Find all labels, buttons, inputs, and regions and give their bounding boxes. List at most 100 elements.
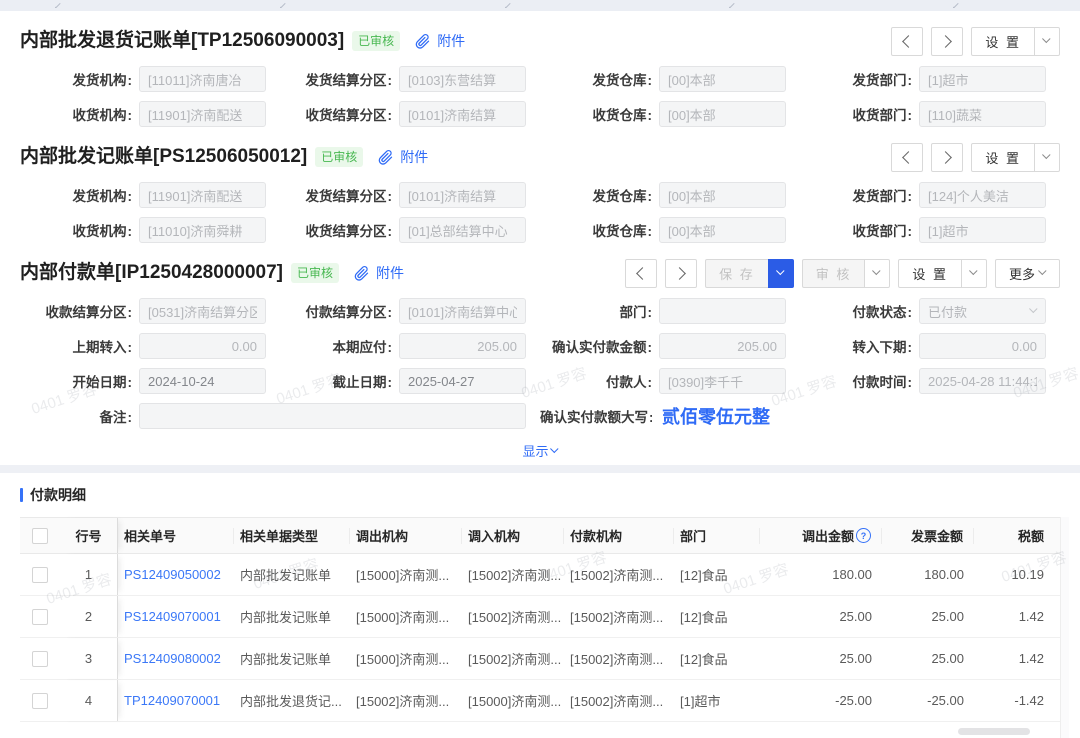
input-recv-settle-zone[interactable]: [0531]济南结算分区 bbox=[139, 298, 266, 324]
input-department[interactable] bbox=[659, 298, 786, 324]
field-label: 发货仓库 bbox=[540, 185, 652, 205]
field-label: 付款人 bbox=[540, 371, 652, 391]
prev-button[interactable] bbox=[625, 259, 657, 288]
input-pay-settle-zone[interactable]: [0101]济南结算中心 bbox=[399, 298, 526, 324]
settings-button[interactable]: 设 置 bbox=[898, 259, 962, 288]
field-prev-carry-in: 上期转入0.00 bbox=[20, 333, 280, 359]
input-recv-settle-zone[interactable]: [0101]济南结算 bbox=[399, 101, 526, 127]
input-ship-org[interactable]: [11901]济南配送 bbox=[139, 182, 266, 208]
field-label: 备注 bbox=[20, 406, 132, 426]
next-button[interactable] bbox=[665, 259, 697, 288]
input-start-date[interactable]: 2024-10-24 bbox=[139, 368, 266, 394]
field-label: 本期应付 bbox=[280, 336, 392, 356]
field-recv-warehouse: 收货仓库 [00]本部 bbox=[540, 101, 800, 127]
field-amount-words: 确认实付款额大写贰佰零伍元整 bbox=[540, 403, 1060, 429]
column-header: 相关单号 bbox=[118, 528, 234, 544]
chevron-down-icon bbox=[969, 267, 977, 275]
cell-doc-no[interactable]: PS12409080002 bbox=[118, 651, 234, 666]
cell-invoice-amount: 25.00 bbox=[882, 651, 974, 666]
paperclip-icon bbox=[414, 33, 431, 50]
select-pay-status[interactable]: 已付款 bbox=[919, 298, 1046, 324]
paperclip-icon bbox=[353, 265, 370, 282]
panel-return-voucher: 内部批发退货记账单[TP12506090003] 已审核 附件 设 置 发货机构… bbox=[0, 26, 1080, 127]
field-label: 收货结算分区 bbox=[280, 104, 392, 124]
cell-pay-org: [15002]济南测... bbox=[564, 565, 674, 584]
input-current-payable[interactable]: 205.00 bbox=[399, 333, 526, 359]
cell-invoice-amount: -25.00 bbox=[882, 693, 974, 708]
input-ship-settle-zone[interactable]: [0101]济南结算 bbox=[399, 182, 526, 208]
input-ship-dept[interactable]: [1]超市 bbox=[919, 66, 1046, 92]
cell-doc-no[interactable]: PS12409070001 bbox=[118, 609, 234, 624]
input-recv-org[interactable]: [11010]济南舜耕 bbox=[139, 217, 266, 243]
cell-invoice-amount: 25.00 bbox=[882, 609, 974, 624]
field-carry-next: 转入下期0.00 bbox=[800, 333, 1060, 359]
show-more-toggle[interactable]: 显示 bbox=[522, 441, 557, 460]
prev-button[interactable] bbox=[891, 143, 923, 172]
column-header: 行号 bbox=[60, 518, 118, 553]
status-badge: 已审核 bbox=[352, 31, 400, 51]
settings-dropdown-button[interactable] bbox=[961, 259, 987, 288]
next-button[interactable] bbox=[931, 27, 963, 56]
chevron-down-icon bbox=[776, 267, 784, 275]
prev-button[interactable] bbox=[891, 27, 923, 56]
select-all-checkbox[interactable] bbox=[32, 528, 48, 544]
cell-in-org: [15002]济南测... bbox=[462, 649, 564, 668]
input-payer[interactable]: [0390]李千千 bbox=[659, 368, 786, 394]
chevron-down-icon bbox=[1042, 35, 1050, 43]
field-label: 收货仓库 bbox=[540, 104, 652, 124]
more-button[interactable]: 更多 bbox=[995, 259, 1060, 288]
save-dropdown-button[interactable] bbox=[768, 259, 794, 288]
input-ship-org[interactable]: [11011]济南唐冶 bbox=[139, 66, 266, 92]
input-confirmed-paid[interactable]: 205.00 bbox=[659, 333, 786, 359]
cell-line-no: 3 bbox=[60, 638, 118, 679]
cell-doc-no[interactable]: TP12409070001 bbox=[118, 693, 234, 708]
save-button[interactable]: 保 存 bbox=[705, 259, 769, 288]
audit-button[interactable]: 审 核 bbox=[802, 259, 866, 288]
row-checkbox[interactable] bbox=[32, 693, 48, 709]
help-icon[interactable]: ? bbox=[856, 528, 871, 543]
column-header-label: 行号 bbox=[75, 526, 101, 545]
cell-doc-type: 内部批发记账单 bbox=[234, 607, 350, 626]
payment-detail-section: 付款明细 行号相关单号相关单据类型调出机构调入机构付款机构部门调出金额?发票金额… bbox=[0, 485, 1080, 738]
input-recv-org[interactable]: [11901]济南配送 bbox=[139, 101, 266, 127]
horizontal-scrollbar-thumb[interactable] bbox=[958, 728, 1030, 735]
input-carry-next[interactable]: 0.00 bbox=[919, 333, 1046, 359]
row-checkbox[interactable] bbox=[32, 609, 48, 625]
next-button[interactable] bbox=[931, 143, 963, 172]
input-recv-dept[interactable]: [110]蔬菜 bbox=[919, 101, 1046, 127]
input-ship-settle-zone[interactable]: [0103]东营结算 bbox=[399, 66, 526, 92]
field-recv-org: 收货机构[11010]济南舜耕 bbox=[20, 217, 280, 243]
column-header: 税额 bbox=[974, 528, 1054, 544]
row-checkbox[interactable] bbox=[32, 651, 48, 667]
input-pay-time[interactable]: 2025-04-28 11:44:14 bbox=[919, 368, 1046, 394]
attachment-link[interactable]: 附件 bbox=[437, 31, 465, 51]
field-label: 收货机构 bbox=[20, 104, 132, 124]
settings-dropdown-button[interactable] bbox=[1034, 143, 1060, 172]
cell-pay-org: [15002]济南测... bbox=[564, 607, 674, 626]
settings-button[interactable]: 设 置 bbox=[971, 143, 1035, 172]
cell-checkbox bbox=[20, 609, 60, 625]
input-recv-settle-zone[interactable]: [01]总部结算中心 bbox=[399, 217, 526, 243]
attachment-link[interactable]: 附件 bbox=[400, 147, 428, 167]
input-remark[interactable] bbox=[139, 403, 526, 429]
input-prev-carry-in[interactable]: 0.00 bbox=[139, 333, 266, 359]
input-end-date[interactable]: 2025-04-27 bbox=[399, 368, 526, 394]
input-recv-warehouse[interactable]: [00]本部 bbox=[659, 101, 786, 127]
audit-dropdown-button[interactable] bbox=[864, 259, 890, 288]
vertical-scrollbar[interactable] bbox=[1060, 517, 1069, 738]
settings-dropdown-button[interactable] bbox=[1034, 27, 1060, 56]
panel-2-fields: 发货机构[11901]济南配送发货结算分区[0101]济南结算发货仓库[00]本… bbox=[0, 182, 1080, 243]
chevron-right-icon bbox=[673, 267, 686, 280]
input-ship-dept[interactable]: [124]个人美洁 bbox=[919, 182, 1046, 208]
field-end-date: 截止日期2025-04-27 bbox=[280, 368, 540, 394]
field-label: 发货部门 bbox=[800, 69, 912, 89]
input-ship-warehouse[interactable]: [00]本部 bbox=[659, 66, 786, 92]
row-checkbox[interactable] bbox=[32, 567, 48, 583]
field-payer: 付款人 [0390]李千千 bbox=[540, 368, 800, 394]
input-ship-warehouse[interactable]: [00]本部 bbox=[659, 182, 786, 208]
settings-button[interactable]: 设 置 bbox=[971, 27, 1035, 56]
input-recv-warehouse[interactable]: [00]本部 bbox=[659, 217, 786, 243]
attachment-link[interactable]: 附件 bbox=[376, 263, 404, 283]
cell-doc-no[interactable]: PS12409050002 bbox=[118, 567, 234, 582]
input-recv-dept[interactable]: [1]超市 bbox=[919, 217, 1046, 243]
